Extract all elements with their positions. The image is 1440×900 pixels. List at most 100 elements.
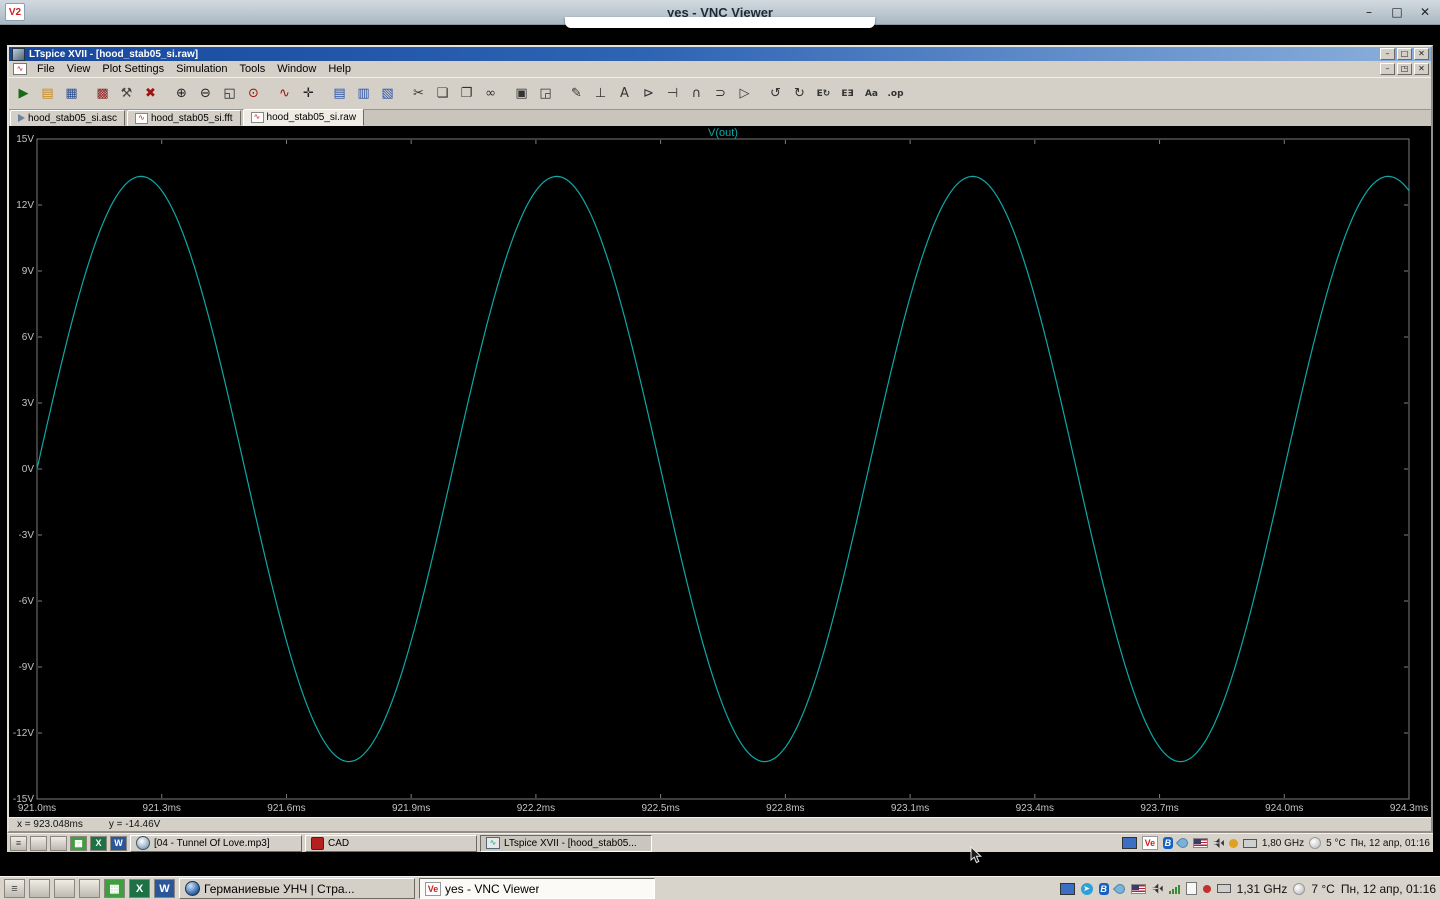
host-show-desktop-icon[interactable] xyxy=(29,879,50,898)
toolbar-zoom-in-button[interactable]: ⊕ xyxy=(170,83,193,104)
task-browser[interactable]: Германиевые УНЧ | Стра... xyxy=(179,878,415,899)
vnc-minimize-button[interactable]: – xyxy=(1360,3,1378,21)
host-volume-icon[interactable] xyxy=(1152,884,1163,894)
ltspice-close-button[interactable]: ✕ xyxy=(1414,48,1429,60)
menu-simulation[interactable]: Simulation xyxy=(170,62,233,76)
menu-file[interactable]: File xyxy=(31,62,61,76)
word-icon[interactable]: W xyxy=(110,836,127,851)
toolbar-cut-button[interactable]: ✂ xyxy=(407,83,430,104)
telegram-icon[interactable]: ➤ xyxy=(1081,883,1093,895)
vnc-close-button[interactable]: ✕ xyxy=(1416,3,1434,21)
weather-icon[interactable] xyxy=(1309,837,1321,849)
vnc-toolbar-tab[interactable] xyxy=(565,17,875,28)
app-menu-icon[interactable]: ≡ xyxy=(10,836,27,851)
toolbar-stack-panes-button[interactable]: ▥ xyxy=(352,83,375,104)
ltspice-minimize-button[interactable]: – xyxy=(1380,48,1395,60)
host-app-menu-icon[interactable]: ≡ xyxy=(4,879,25,898)
vnc-server-icon[interactable]: Ve xyxy=(1142,836,1158,850)
plot-area[interactable]: V(out)15V12V9V6V3V0V-3V-6V-9V-12V-15V921… xyxy=(9,126,1431,817)
battery-icon[interactable] xyxy=(1243,839,1257,848)
host-clock[interactable]: Пн, 12 апр, 01:16 xyxy=(1341,882,1436,896)
mdi-restore-button[interactable]: ◳ xyxy=(1397,63,1412,75)
mdi-close-button[interactable]: ✕ xyxy=(1414,63,1429,75)
toolbar-halt-button[interactable]: ✖ xyxy=(139,83,162,104)
host-battery-icon[interactable] xyxy=(1217,884,1231,893)
grid-app-icon[interactable]: ▦ xyxy=(70,836,87,851)
temperature: 5 °C xyxy=(1326,838,1346,849)
task-vnc-viewer[interactable]: Ve yes - VNC Viewer xyxy=(419,878,655,899)
host-file-manager-icon[interactable] xyxy=(79,879,100,898)
toolbar-run-button[interactable]: ▶ xyxy=(12,83,35,104)
host-windows-icon[interactable] xyxy=(54,879,75,898)
toolbar-zoom-back-button[interactable]: ⊖ xyxy=(194,83,217,104)
toolbar-component-button[interactable]: ▷ xyxy=(733,83,756,104)
display-icon[interactable] xyxy=(1122,837,1137,849)
toolbar-gate-button[interactable]: ⊃ xyxy=(709,83,732,104)
toolbar-find-button[interactable]: ∞ xyxy=(479,83,502,104)
toolbar-ground-button[interactable]: ⊥ xyxy=(589,83,612,104)
toolbar-save-button[interactable]: ▦ xyxy=(60,83,83,104)
signal-bars-icon[interactable] xyxy=(1169,884,1180,894)
toolbar-zoom-full-extents-button[interactable]: ⊙ xyxy=(242,83,265,104)
tab-schematic[interactable]: hood_stab05_si.asc xyxy=(10,110,125,126)
record-dot-icon[interactable] xyxy=(1203,885,1211,893)
host-word-icon[interactable]: W xyxy=(154,879,175,898)
vnc-maximize-button[interactable]: □ xyxy=(1388,3,1406,21)
clock[interactable]: Пн, 12 апр, 01:16 xyxy=(1351,838,1430,849)
toolbar-add-plot-pane-button[interactable]: ▤ xyxy=(328,83,351,104)
toolbar-label-net-button[interactable]: A xyxy=(613,83,636,104)
task-ltspice[interactable]: LTspice XVII - [hood_stab05... xyxy=(480,835,652,852)
toolbar-zoom-area-button[interactable]: ◱ xyxy=(218,83,241,104)
menu-view[interactable]: View xyxy=(61,62,97,76)
show-desktop-icon[interactable] xyxy=(30,836,47,851)
tab-fft[interactable]: hood_stab05_si.fft xyxy=(127,110,241,126)
toolbar-mirror-button[interactable]: EƎ xyxy=(836,83,859,104)
toolbar-print-preview-button[interactable]: ◲ xyxy=(534,83,557,104)
toolbar-spice-directive-button[interactable]: .op xyxy=(884,83,907,104)
mdi-minimize-button[interactable]: – xyxy=(1380,63,1395,75)
menu-plot-settings[interactable]: Plot Settings xyxy=(96,62,170,76)
task-cad[interactable]: CAD xyxy=(305,835,477,852)
tab-raw[interactable]: hood_stab05_si.raw xyxy=(243,109,365,126)
toolbar-pan-button[interactable]: ✛ xyxy=(297,83,320,104)
toolbar-capacitor-button[interactable]: ⊣ xyxy=(661,83,684,104)
file-manager-icon[interactable] xyxy=(50,836,67,851)
volume-icon[interactable] xyxy=(1213,838,1224,848)
tab-label: hood_stab05_si.fft xyxy=(151,113,233,124)
host-bluetooth-icon[interactable]: B xyxy=(1099,883,1109,895)
toolbar-wire-button[interactable]: ✎ xyxy=(565,83,588,104)
toolbar-undo-button[interactable]: ↺ xyxy=(764,83,787,104)
toolbar-text-button[interactable]: Aa xyxy=(860,83,883,104)
host-water-drop-icon[interactable] xyxy=(1113,881,1127,895)
host-excel-icon[interactable]: X xyxy=(129,879,150,898)
toolbar-paste-button[interactable]: ❐ xyxy=(455,83,478,104)
toolbar-inductor-button[interactable]: ∩ xyxy=(685,83,708,104)
toolbar-schematic-capture-button[interactable]: ▩ xyxy=(91,83,114,104)
host-weather-icon[interactable] xyxy=(1293,883,1305,895)
notification-icon[interactable] xyxy=(1229,839,1238,848)
host-display-icon[interactable] xyxy=(1060,883,1075,895)
excel-icon[interactable]: X xyxy=(90,836,107,851)
toolbar-unstack-panes-button[interactable]: ▧ xyxy=(376,83,399,104)
menu-window[interactable]: Window xyxy=(271,62,322,76)
toolbar-open-button[interactable]: ▤ xyxy=(36,83,59,104)
waveform-plot[interactable]: V(out)15V12V9V6V3V0V-3V-6V-9V-12V-15V921… xyxy=(9,126,1431,817)
menu-tools[interactable]: Tools xyxy=(234,62,272,76)
toolbar-redo-button[interactable]: ↻ xyxy=(788,83,811,104)
toolbar-control-panel-button[interactable]: ⚒ xyxy=(115,83,138,104)
host-grid-app-icon[interactable]: ▦ xyxy=(104,879,125,898)
host-keyboard-layout-flag-icon[interactable] xyxy=(1131,884,1146,894)
ltspice-titlebar[interactable]: LTspice XVII - [hood_stab05_si.raw] – □ … xyxy=(9,47,1431,61)
bluetooth-icon[interactable]: B xyxy=(1163,837,1173,849)
toolbar-print-button[interactable]: ▣ xyxy=(510,83,533,104)
task-audio-player[interactable]: [04 - Tunnel Of Love.mp3] xyxy=(130,835,302,852)
toolbar-copy-button[interactable]: ❏ xyxy=(431,83,454,104)
water-drop-icon[interactable] xyxy=(1176,836,1190,850)
toolbar-rotate-button[interactable]: E↻ xyxy=(812,83,835,104)
toolbar-diode-button[interactable]: ⊳ xyxy=(637,83,660,104)
menu-help[interactable]: Help xyxy=(322,62,357,76)
clipboard-icon[interactable] xyxy=(1186,882,1197,895)
toolbar-autorange-y-button[interactable]: ∿ xyxy=(273,83,296,104)
ltspice-maximize-button[interactable]: □ xyxy=(1397,48,1412,60)
keyboard-layout-flag-icon[interactable] xyxy=(1193,838,1208,848)
